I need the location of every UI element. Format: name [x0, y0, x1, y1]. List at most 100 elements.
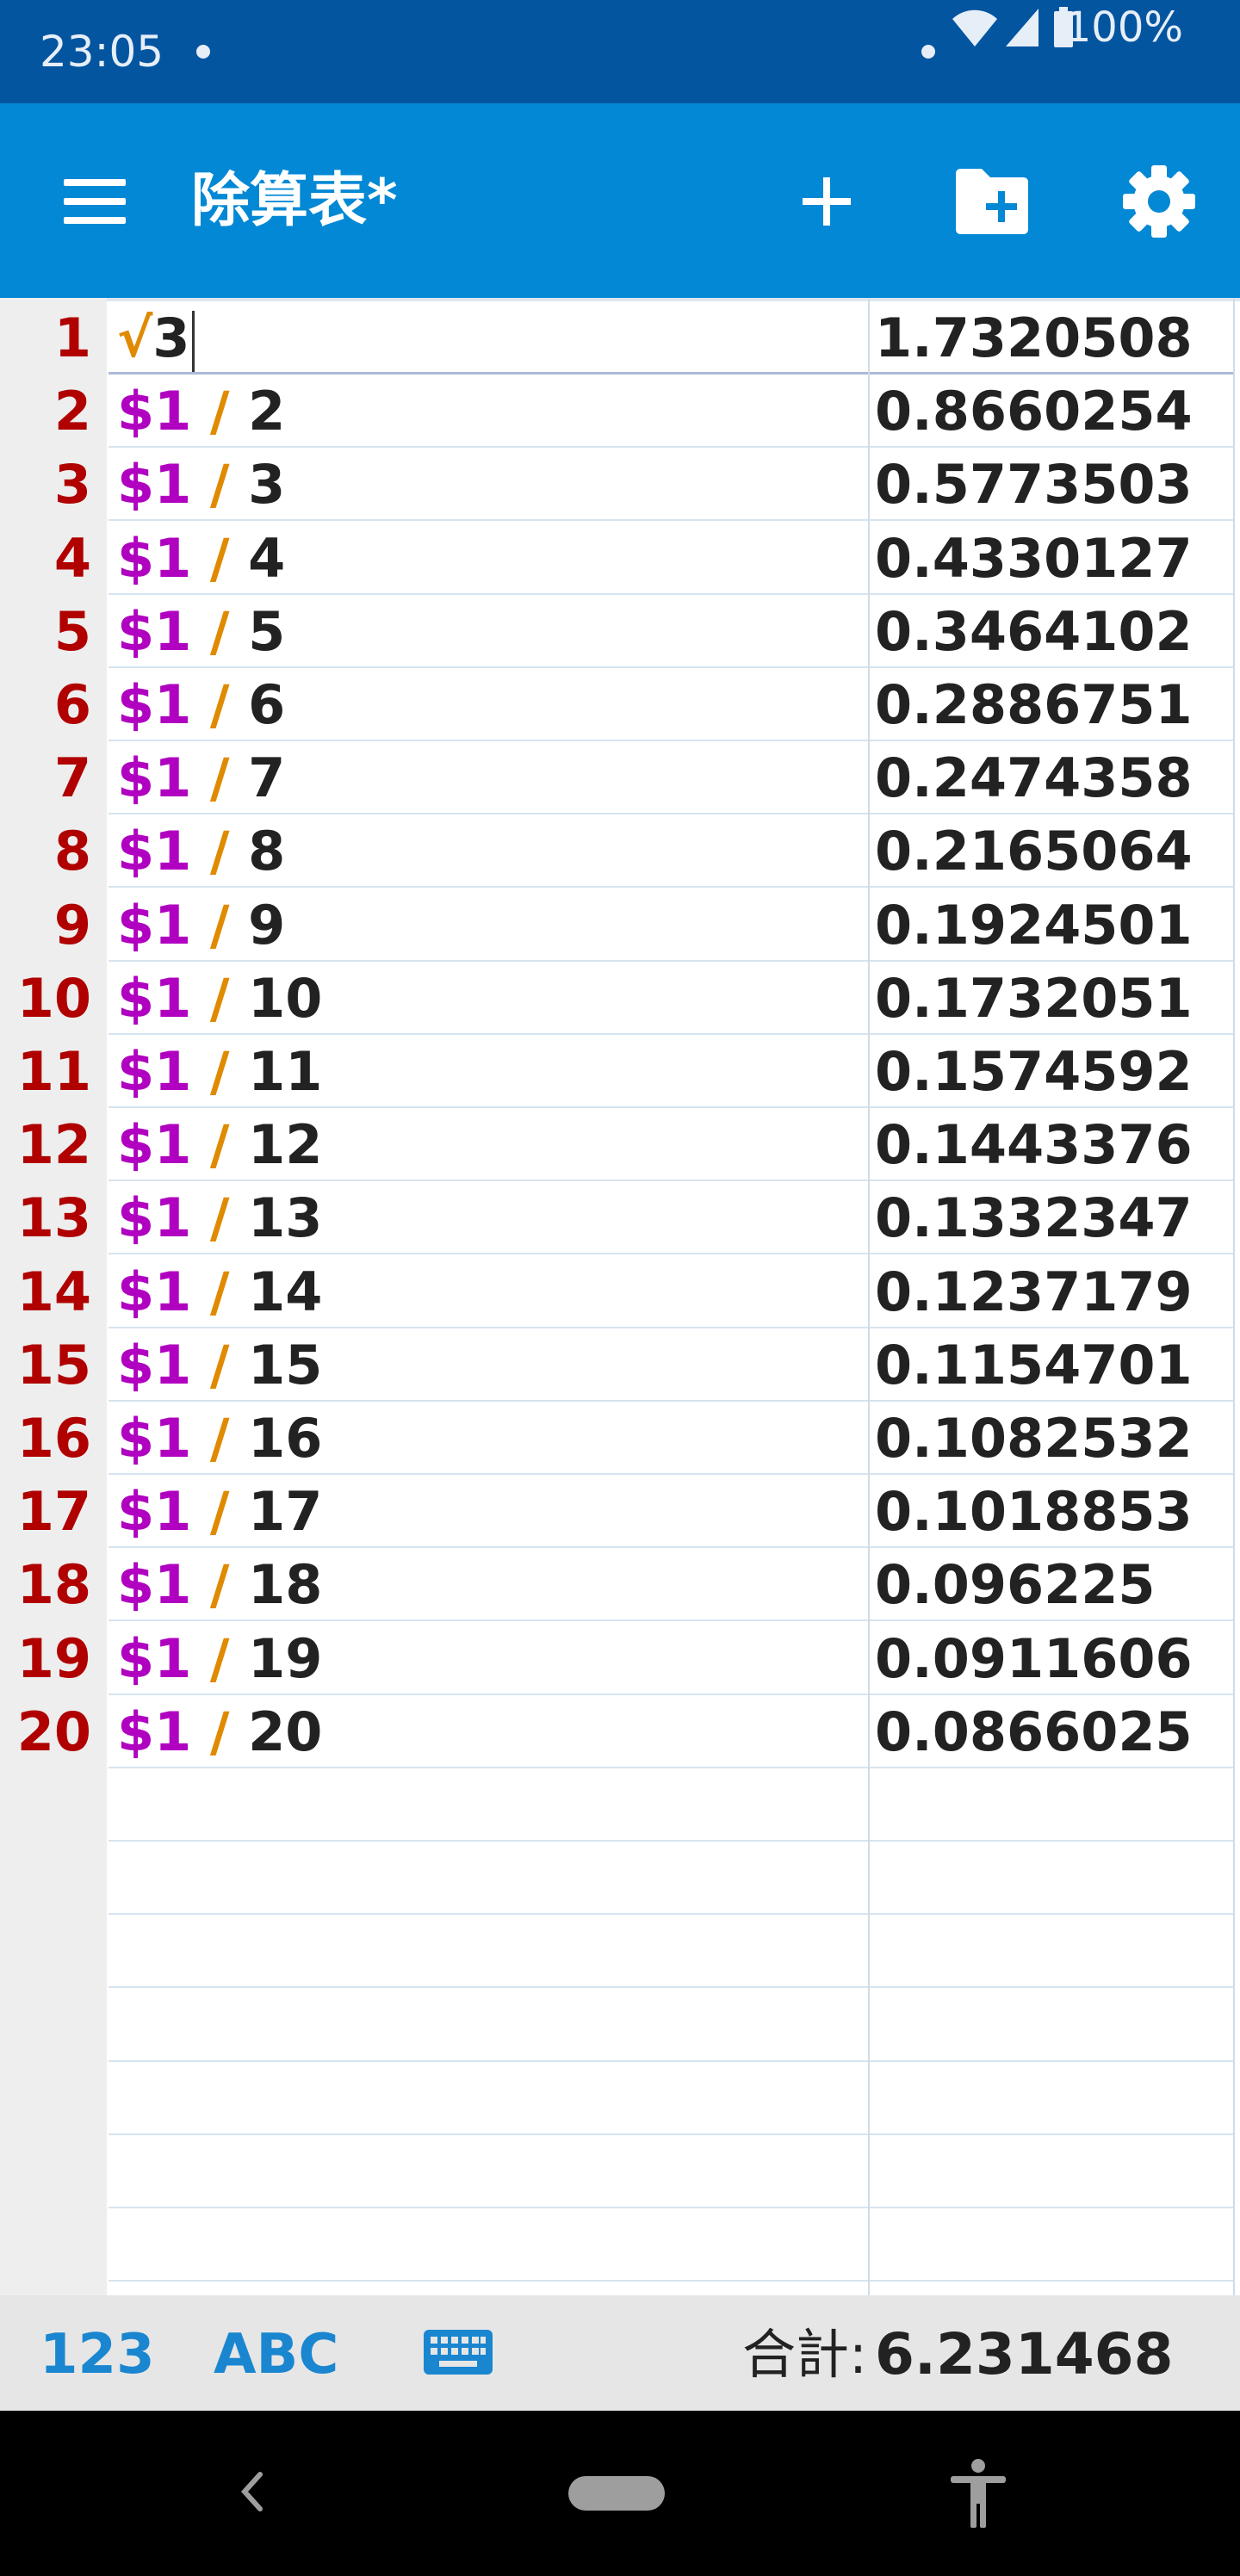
row-number: 20	[16, 1700, 91, 1763]
operator: /	[209, 893, 230, 957]
table-row: 10 $1 / 10 0.1732051	[0, 962, 1240, 1035]
menu-icon[interactable]	[60, 172, 129, 229]
cell-reference: $1	[117, 1186, 192, 1250]
result-cell[interactable]: 0.2886751	[870, 668, 1233, 741]
row-number: 10	[16, 966, 91, 1030]
operator: /	[209, 1186, 230, 1250]
result-cell[interactable]: 0.1237179	[870, 1255, 1233, 1328]
result-cell[interactable]: 0.1332347	[870, 1181, 1233, 1255]
result-cell[interactable]: 0.5773503	[870, 448, 1233, 522]
result-cell[interactable]: 0.1443376	[870, 1108, 1233, 1182]
row-number: 7	[53, 746, 91, 810]
expression-cell[interactable]: $1 / 5	[108, 595, 868, 668]
numeric-keyboard-button[interactable]: 123	[40, 2323, 155, 2387]
operand: 4	[248, 526, 286, 590]
cell-reference: $1	[117, 380, 192, 443]
result-cell[interactable]: 0.3464102	[870, 595, 1233, 668]
expression-cell[interactable]: $1 / 4	[108, 522, 868, 595]
gear-icon[interactable]	[1121, 164, 1197, 239]
expression-cell[interactable]: $1 / 3	[108, 448, 868, 522]
row-number: 11	[16, 1040, 91, 1103]
expression-cell[interactable]	[108, 2135, 868, 2208]
expression-cell[interactable]: $1 / 19	[108, 1622, 868, 1695]
table-row: 8 $1 / 8 0.2165064	[0, 814, 1240, 889]
result-cell[interactable]: 0.1574592	[870, 1035, 1233, 1108]
result-cell[interactable]: 0.1154701	[870, 1328, 1233, 1402]
operand: 14	[248, 1260, 323, 1323]
result-cell[interactable]	[870, 2208, 1233, 2282]
operand: 5	[248, 599, 286, 663]
expression-cell[interactable]: $1 / 20	[108, 1695, 868, 1768]
result-cell[interactable]: 0.8660254	[870, 375, 1233, 449]
result-cell[interactable]	[870, 1915, 1233, 1989]
app-bar: 除算表*	[0, 103, 1240, 298]
expression-cell[interactable]: $1 / 16	[108, 1402, 868, 1475]
table-row: 3 $1 / 3 0.5773503	[0, 448, 1240, 522]
result-cell[interactable]: 0.096225	[870, 1548, 1233, 1622]
result-cell[interactable]: 0.1082532	[870, 1402, 1233, 1475]
alphabet-keyboard-button[interactable]: ABC	[214, 2323, 338, 2387]
expression-cell[interactable]	[108, 1989, 868, 2062]
result-cell[interactable]: 1.7320508	[870, 301, 1233, 375]
operand: 15	[248, 1333, 323, 1396]
expression-cell[interactable]: $1 / 11	[108, 1035, 868, 1108]
navigation-bar	[0, 2411, 1240, 2576]
operand: 19	[248, 1626, 323, 1690]
expression-cell[interactable]: $1 / 2	[108, 375, 868, 449]
row-number: 5	[53, 599, 91, 663]
expression-cell[interactable]: $1 / 12	[108, 1108, 868, 1182]
accessibility-icon[interactable]	[947, 2457, 1009, 2530]
expression-cell[interactable]: $1 / 15	[108, 1328, 868, 1402]
row-number: 15	[16, 1333, 91, 1396]
result-cell[interactable]: 0.1732051	[870, 962, 1233, 1035]
expression-cell[interactable]: $1 / 14	[108, 1255, 868, 1328]
expression-cell[interactable]	[108, 1915, 868, 1989]
result-cell[interactable]: 0.1018853	[870, 1475, 1233, 1549]
folder-add-icon[interactable]	[951, 164, 1033, 241]
operand: 18	[248, 1553, 323, 1617]
result-cell[interactable]: 0.0911606	[870, 1622, 1233, 1695]
table-row: 17 $1 / 17 0.1018853	[0, 1475, 1240, 1549]
sum-value: 6.231468	[875, 2321, 1174, 2387]
expression-cell[interactable]: $1 / 8	[108, 814, 868, 889]
keyboard-icon[interactable]	[422, 2328, 494, 2376]
result-cell[interactable]: 0.2474358	[870, 741, 1233, 815]
expression-cell[interactable]: $1 / 6	[108, 668, 868, 741]
result-cell[interactable]: 0.4330127	[870, 522, 1233, 595]
expression-cell[interactable]: $1 / 18	[108, 1548, 868, 1622]
add-icon[interactable]	[792, 164, 861, 238]
expression-cell[interactable]: $1 / 13	[108, 1181, 868, 1255]
result-cell[interactable]	[870, 1842, 1233, 1916]
column-divider	[868, 298, 870, 2295]
table-row: 7 $1 / 7 0.2474358	[0, 741, 1240, 815]
result-cell[interactable]	[870, 1768, 1233, 1842]
expression-cell[interactable]	[108, 1768, 868, 1842]
expression-cell[interactable]	[108, 1842, 868, 1916]
wifi-icon	[952, 9, 997, 47]
result-cell[interactable]: 0.2165064	[870, 814, 1233, 889]
expression-cell[interactable]: $1 / 9	[108, 889, 868, 962]
spreadsheet: 1 √3 1.7320508 2 $1 / 2 0.8660254 3 $1 / 3 0.577…	[0, 298, 1240, 2295]
expression-cell[interactable]: $1 / 17	[108, 1475, 868, 1549]
row-number: 3	[53, 453, 91, 517]
empty-row	[0, 1989, 1240, 2062]
operator: /	[209, 1700, 230, 1763]
expression-cell[interactable]: √3	[108, 301, 868, 375]
result-cell[interactable]	[870, 2062, 1233, 2135]
result-cell[interactable]: 0.0866025	[870, 1695, 1233, 1768]
expression-cell[interactable]	[108, 2208, 868, 2282]
back-icon[interactable]	[232, 2464, 270, 2519]
expression-cell[interactable]: $1 / 7	[108, 741, 868, 815]
empty-row	[0, 1915, 1240, 1989]
result-cell[interactable]	[870, 2135, 1233, 2208]
expression-cell[interactable]	[108, 2062, 868, 2135]
operand: 11	[248, 1040, 323, 1103]
home-pill[interactable]	[568, 2476, 665, 2511]
expression-cell[interactable]: $1 / 10	[108, 962, 868, 1035]
table-row: 19 $1 / 19 0.0911606	[0, 1622, 1240, 1695]
row-number: 19	[16, 1626, 91, 1690]
result-cell[interactable]	[870, 1989, 1233, 2062]
result-cell[interactable]: 0.1924501	[870, 889, 1233, 962]
table-row: 9 $1 / 9 0.1924501	[0, 889, 1240, 962]
table-row: 14 $1 / 14 0.1237179	[0, 1255, 1240, 1328]
